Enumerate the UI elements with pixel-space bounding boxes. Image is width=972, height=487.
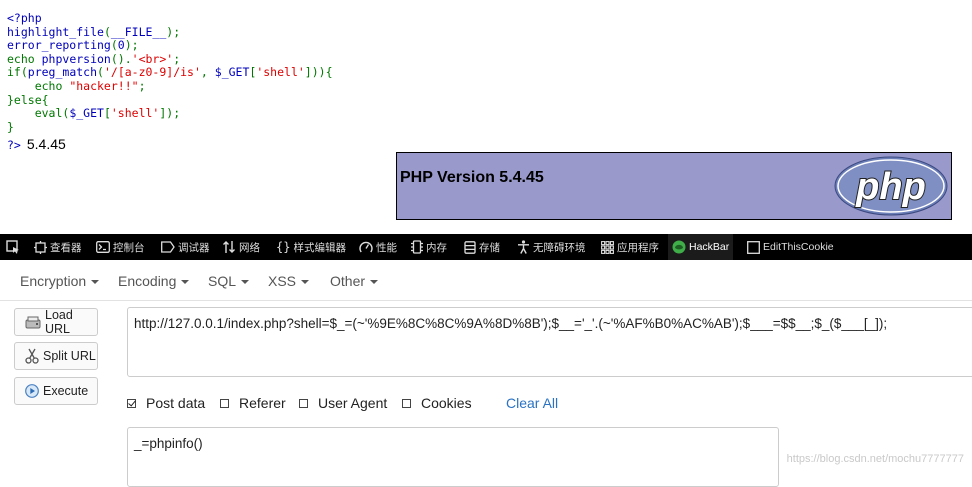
cookies-label: Cookies — [421, 395, 472, 411]
load-url-button[interactable]: Load URL — [14, 308, 98, 336]
url-text: http://127.0.0.1/index.php?shell=$_=(~'%… — [134, 316, 888, 331]
split-url-label: Split URL — [43, 349, 96, 363]
cookie-icon — [747, 240, 760, 254]
tab-label: 网络 — [239, 241, 260, 254]
menu-label: Encryption — [20, 273, 87, 289]
checkbox-icon — [402, 398, 411, 408]
phpinfo-banner: PHP Version 5.4.45 php — [396, 152, 952, 220]
post-data-label: Post data — [146, 395, 206, 411]
cookies-checkbox[interactable]: Cookies — [402, 395, 472, 411]
code-line-5: if(preg_match('/[a-z0-9]/is', $_GET['she… — [7, 65, 333, 80]
code-line-6: echo "hacker!!"; — [7, 78, 146, 93]
menu-other[interactable]: Other — [330, 273, 379, 289]
menu-label: Other — [330, 273, 366, 289]
inspector-icon — [34, 240, 47, 254]
menu-label: Encoding — [118, 273, 177, 289]
tab-debugger[interactable]: 调试器 — [161, 234, 210, 260]
checkbox-checked-icon — [127, 398, 136, 408]
tab-style-editor[interactable]: {} 样式编辑器 — [276, 234, 346, 260]
hackbar-icon — [672, 240, 686, 254]
php-close-tag: ?> — [7, 138, 21, 152]
user-agent-label: User Agent — [318, 395, 388, 411]
checkbox-icon — [220, 398, 229, 408]
console-icon — [96, 241, 110, 253]
hackbar-menu: Encryption Encoding SQL XSS Other — [0, 260, 972, 301]
execute-label: Execute — [43, 384, 89, 398]
menu-sql[interactable]: SQL — [208, 273, 250, 289]
caret-down-icon — [241, 280, 250, 285]
tab-label: 存储 — [479, 241, 500, 254]
tab-label: HackBar — [689, 241, 730, 253]
menu-encryption[interactable]: Encryption — [20, 273, 100, 289]
phpinfo-title: PHP Version 5.4.45 — [400, 169, 544, 186]
debugger-icon — [161, 241, 175, 253]
element-picker-button[interactable] — [6, 234, 20, 260]
tab-label: 性能 — [376, 241, 397, 254]
clear-all-link[interactable]: Clear All — [506, 395, 558, 411]
menu-xss[interactable]: XSS — [268, 273, 310, 289]
style-editor-icon: {} — [276, 240, 291, 254]
tab-label: 样式编辑器 — [293, 241, 346, 254]
load-url-icon — [25, 316, 41, 329]
user-agent-checkbox[interactable]: User Agent — [299, 395, 387, 411]
tab-label: 控制台 — [113, 241, 145, 254]
execute-button[interactable]: Execute — [14, 377, 98, 405]
tab-label: 应用程序 — [617, 241, 659, 254]
tab-label: 无障碍环境 — [533, 241, 586, 254]
referer-checkbox[interactable]: Referer — [220, 395, 286, 411]
tab-inspector[interactable]: 查看器 — [34, 234, 82, 260]
menu-label: XSS — [268, 273, 297, 289]
menu-label: SQL — [208, 273, 237, 289]
performance-icon — [359, 241, 373, 252]
tab-memory[interactable]: 内存 — [411, 234, 447, 260]
code-line-8: eval($_GET['shell']); — [7, 106, 181, 121]
tab-network[interactable]: 网络 — [222, 234, 260, 260]
tab-accessibility[interactable]: 无障碍环境 — [517, 234, 586, 260]
tab-label: 查看器 — [50, 241, 82, 254]
menu-encoding[interactable]: Encoding — [118, 273, 190, 289]
tab-hackbar[interactable]: HackBar — [668, 234, 734, 260]
php-source-code: <?php highlight_file(__FILE__); error_repo… — [7, 11, 333, 134]
referer-label: Referer — [239, 395, 286, 411]
caret-down-icon — [370, 280, 379, 285]
application-icon — [601, 240, 614, 254]
php-logo-icon: php — [834, 156, 948, 216]
accessibility-icon — [518, 240, 529, 254]
memory-icon — [411, 240, 423, 254]
devtools-toolbar: 查看器 控制台 调试器 网络 {} 样式编辑器 性能 内存 存储 无障碍环境 应… — [0, 234, 972, 260]
php-version-value: 5.4.45 — [26, 136, 66, 152]
caret-down-icon — [91, 280, 100, 285]
tab-editthiscookie[interactable]: EditThisCookie — [747, 234, 834, 260]
code-line-2: highlight_file(__FILE__); — [7, 24, 181, 39]
code-line-9: } — [7, 119, 14, 134]
checkbox-icon — [299, 398, 308, 408]
url-input[interactable]: http://127.0.0.1/index.php?shell=$_=(~'%… — [127, 307, 972, 377]
load-url-label: Load URL — [45, 308, 73, 336]
network-icon — [223, 241, 235, 253]
code-line-3: error_reporting(0); — [7, 38, 139, 53]
tab-label: EditThisCookie — [763, 241, 834, 253]
tab-storage[interactable]: 存储 — [464, 234, 500, 260]
watermark: https://blog.csdn.net/mochu7777777 — [786, 453, 964, 465]
code-line-1: <?php — [7, 11, 42, 25]
split-url-icon — [25, 348, 39, 364]
caret-down-icon — [301, 280, 310, 285]
tab-application[interactable]: 应用程序 — [601, 234, 659, 260]
post-data-checkbox[interactable]: Post data — [127, 395, 205, 411]
php-version-output: ?> 5.4.45 — [7, 136, 66, 154]
caret-down-icon — [181, 280, 190, 285]
tab-label: 内存 — [426, 241, 447, 254]
tab-label: 调试器 — [178, 241, 210, 254]
post-data-input[interactable]: _=phpinfo() — [127, 427, 779, 487]
split-url-button[interactable]: Split URL — [14, 342, 98, 370]
tab-performance[interactable]: 性能 — [359, 234, 397, 260]
code-line-7: }else{ — [7, 92, 49, 107]
code-line-4: echo phpversion().'<br>'; — [7, 51, 181, 66]
storage-icon — [464, 240, 476, 254]
element-picker-icon — [6, 240, 19, 254]
php-logo-text: php — [855, 166, 926, 208]
tab-console[interactable]: 控制台 — [96, 234, 145, 260]
post-data-text: _=phpinfo() — [134, 436, 203, 451]
play-icon — [25, 384, 39, 398]
